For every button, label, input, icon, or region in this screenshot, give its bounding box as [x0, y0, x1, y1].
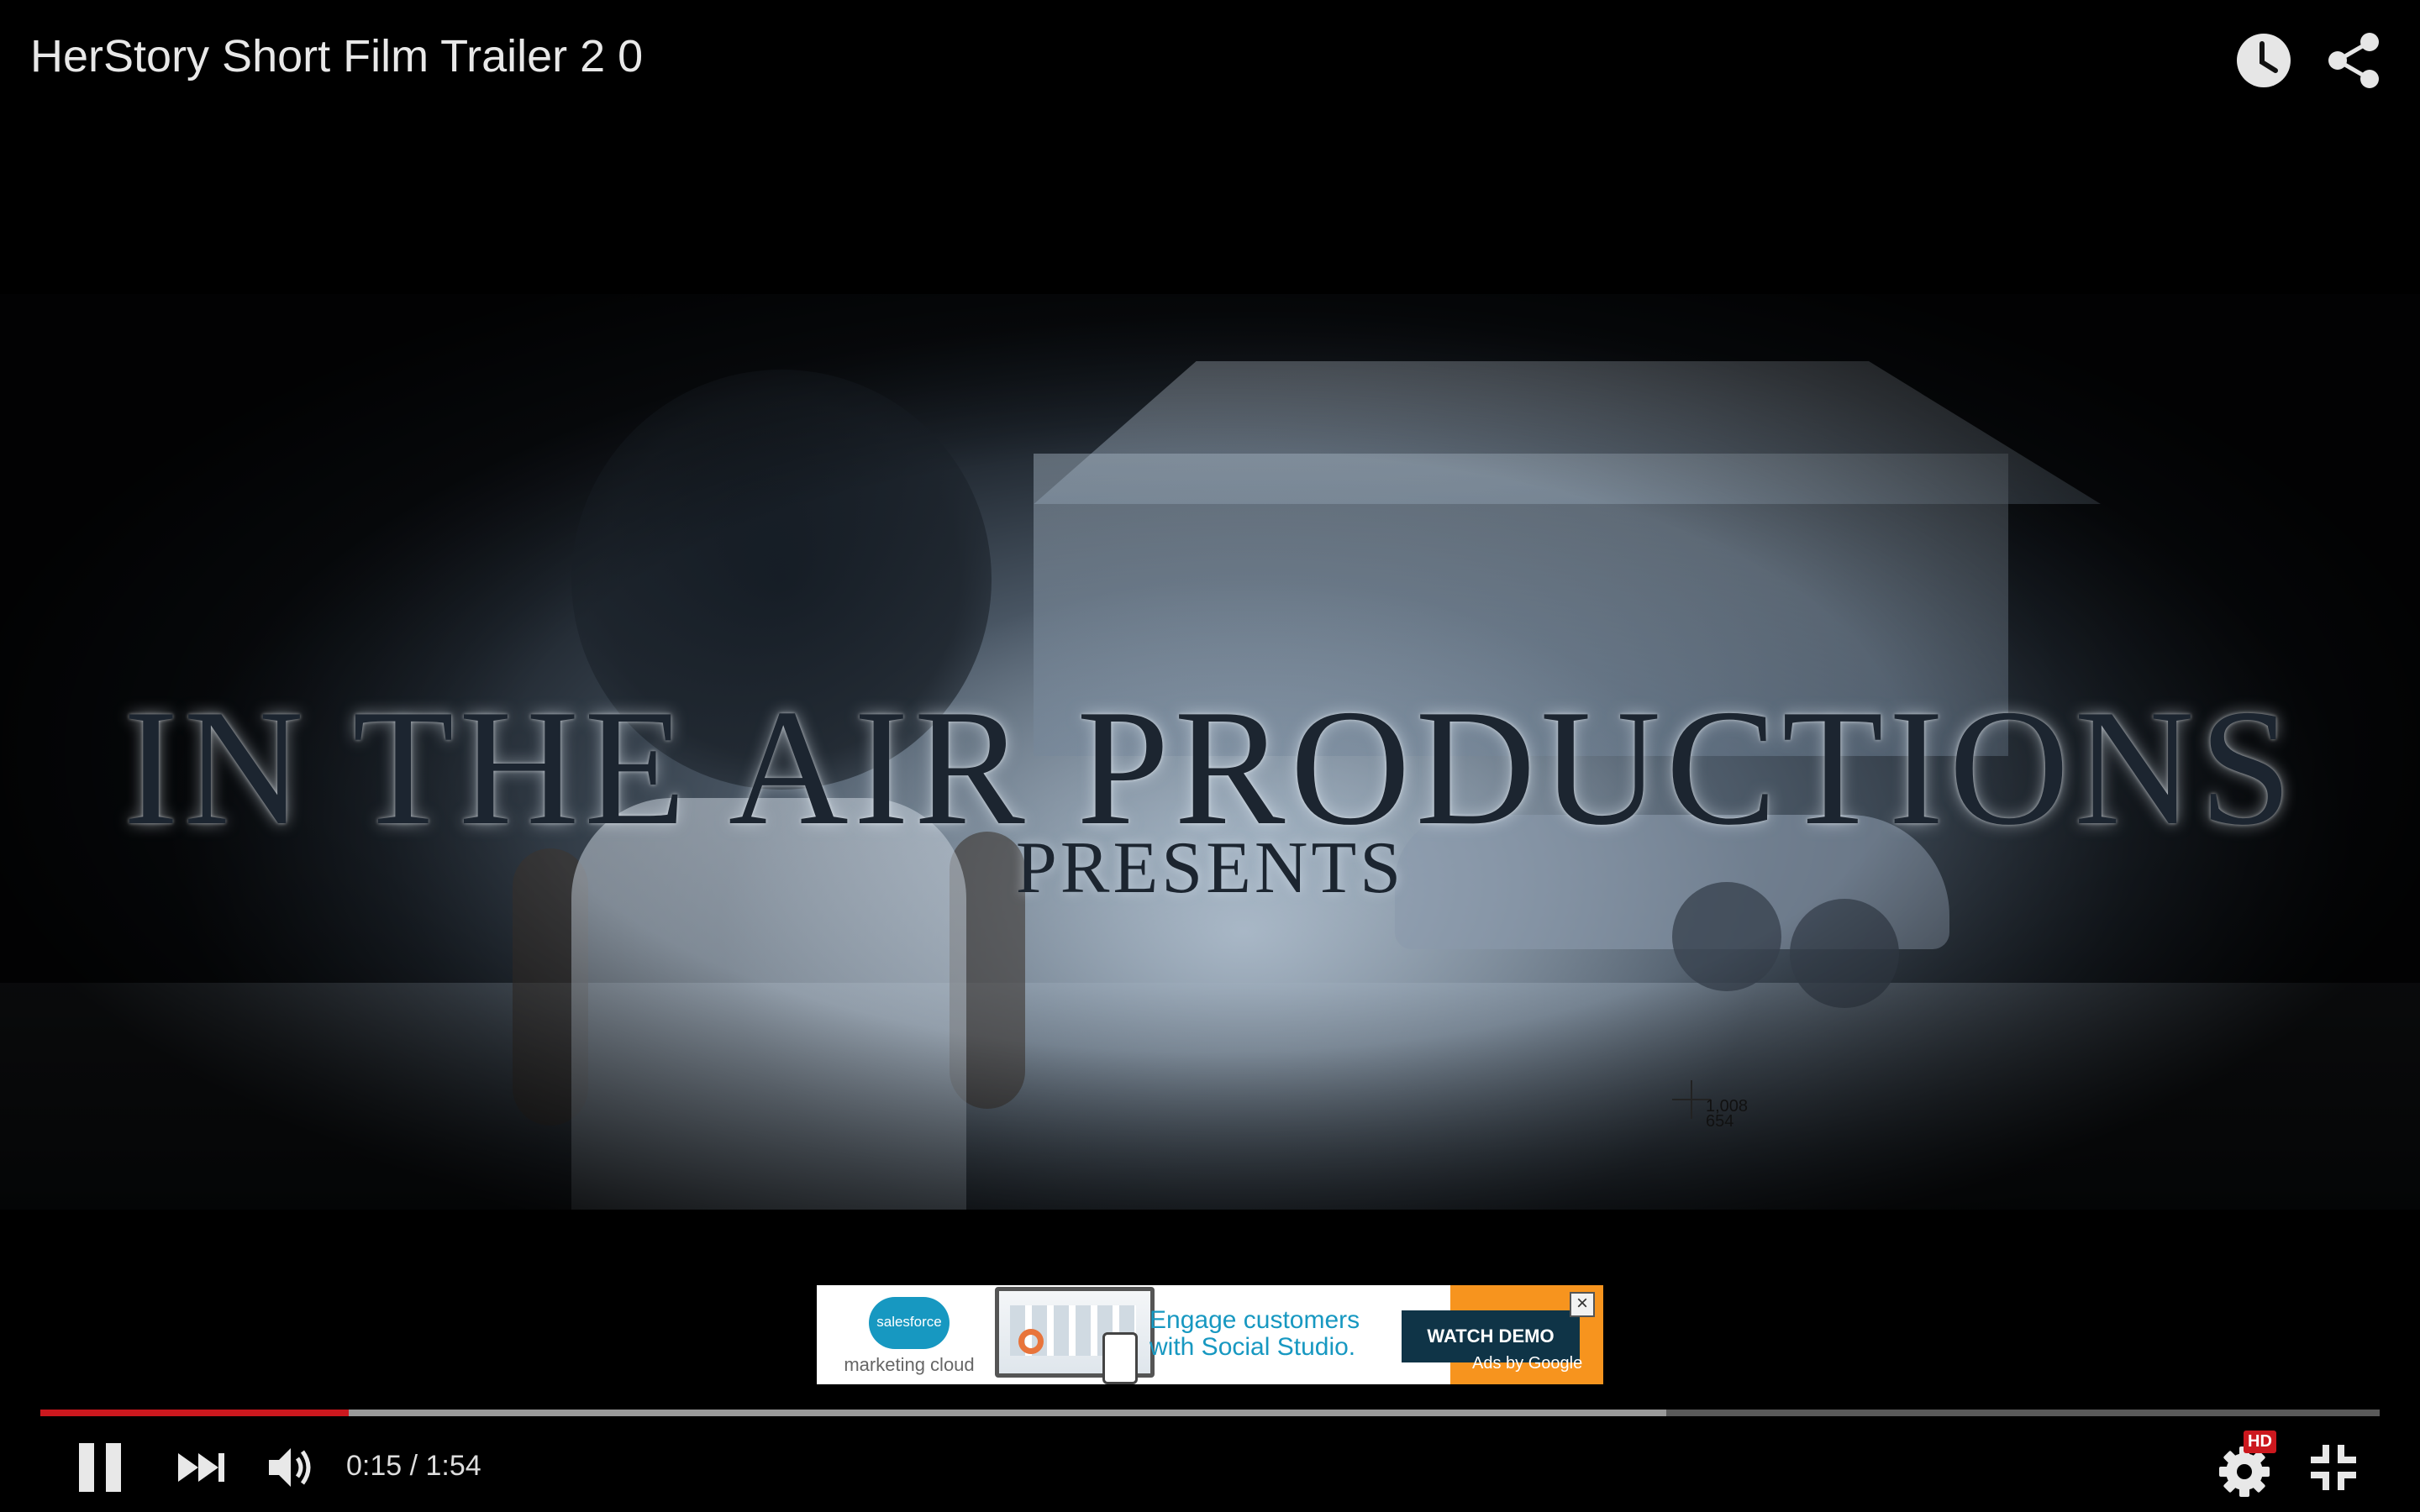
watch-later-button[interactable] — [2233, 30, 2294, 91]
ad-logo-text: salesforce — [876, 1314, 942, 1330]
ad-headline-line1: Engage customers — [1150, 1306, 1360, 1334]
ad-close-button[interactable]: × — [1570, 1292, 1595, 1317]
pause-icon — [79, 1443, 94, 1492]
next-icon — [178, 1453, 224, 1482]
video-title[interactable]: HerStory Short Film Trailer 2 0 — [30, 30, 643, 82]
video-overlay-title: IN THE AIR PRODUCTIONS — [123, 675, 2297, 859]
exit-fullscreen-button[interactable] — [2304, 1438, 2363, 1497]
title-bar: HerStory Short Film Trailer 2 0 — [0, 0, 2420, 126]
ad-headline-line2: with Social Studio. — [1150, 1333, 1356, 1361]
pause-icon — [106, 1443, 121, 1492]
share-button[interactable] — [2324, 30, 2385, 91]
exit-fullscreen-icon — [2311, 1445, 2356, 1490]
ad-headline: Engage customers with Social Studio. — [1150, 1307, 1427, 1361]
share-icon — [2328, 33, 2379, 88]
progress-bar[interactable] — [40, 1410, 2380, 1416]
phone-image — [1102, 1332, 1138, 1384]
hd-badge: HD — [2244, 1431, 2276, 1453]
donut-chart-graphic — [1018, 1329, 1044, 1354]
video-frame[interactable]: IN THE AIR PRODUCTIONS PRESENTS — [0, 294, 2420, 1210]
ad-banner[interactable]: salesforce marketing cloud Engage custom… — [817, 1285, 1603, 1384]
volume-icon — [269, 1448, 311, 1487]
pause-button[interactable] — [76, 1438, 124, 1497]
next-button[interactable] — [176, 1438, 227, 1497]
ads-by-google-link[interactable]: Ads by Google — [1472, 1354, 1582, 1373]
clock-icon — [2237, 34, 2291, 87]
cursor-y: 654 — [1706, 1112, 1734, 1131]
time-display: 0:15 / 1:54 — [346, 1450, 481, 1482]
video-overlay-subtitle: PRESENTS — [1015, 827, 1405, 909]
progress-played — [40, 1410, 350, 1416]
volume-button[interactable] — [266, 1438, 316, 1497]
ad-brand-subtext: marketing cloud — [844, 1354, 975, 1375]
cursor-coordinates: 1,008 654 — [1706, 1098, 1748, 1131]
